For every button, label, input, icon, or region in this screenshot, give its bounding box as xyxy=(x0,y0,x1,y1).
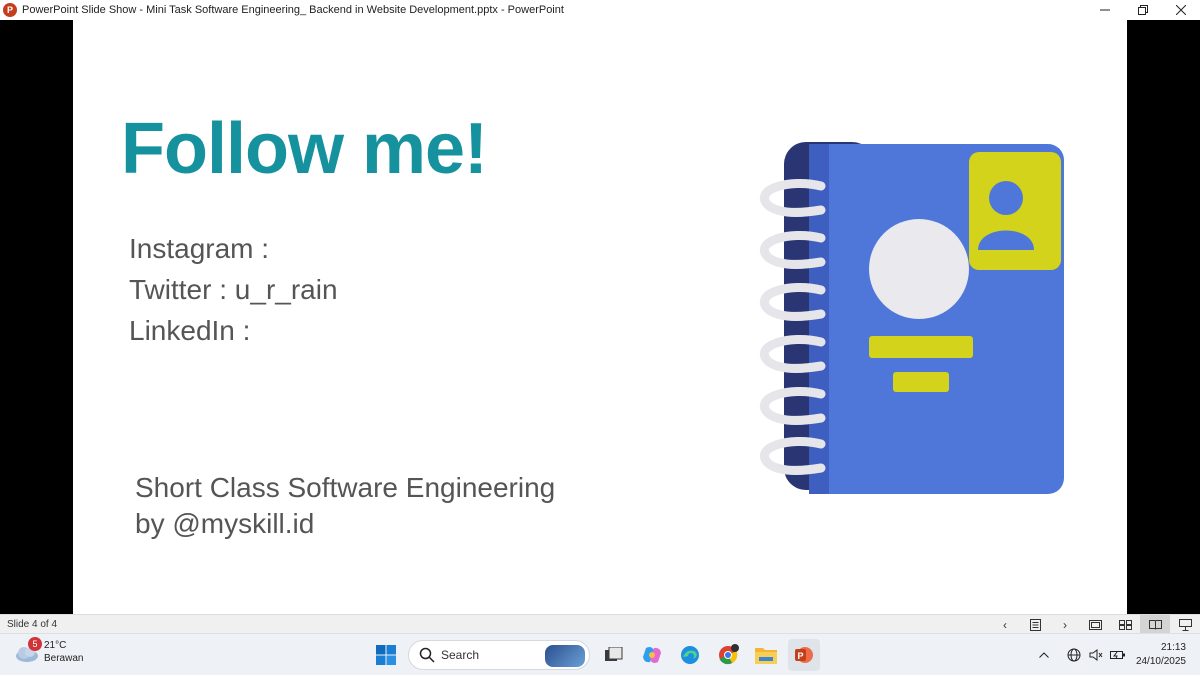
text-bar-1 xyxy=(869,336,973,358)
weather-badge: 5 xyxy=(28,637,42,651)
slide-menu-button[interactable] xyxy=(1020,615,1050,634)
social-links: Instagram : Twitter : u_r_rain LinkedIn … xyxy=(129,228,338,351)
windows-taskbar: 5 21°C Berawan Search P 21:13 24/10/2025 xyxy=(0,633,1200,675)
minimize-icon xyxy=(1100,9,1110,11)
edge-icon[interactable] xyxy=(674,639,706,671)
svg-text:P: P xyxy=(797,651,803,661)
chevron-up-icon[interactable] xyxy=(1034,645,1054,665)
window-titlebar: P PowerPoint Slide Show - Mini Task Soft… xyxy=(0,0,1200,20)
minimize-button[interactable] xyxy=(1086,0,1124,20)
weather-widget[interactable]: 5 21°C Berawan xyxy=(14,637,83,665)
normal-view-icon xyxy=(1088,619,1102,630)
windows-start-icon[interactable] xyxy=(370,639,402,671)
weather-condition: Berawan xyxy=(44,653,84,664)
system-tray: 21:13 24/10/2025 xyxy=(1032,634,1200,676)
slide-sorter-icon xyxy=(1118,619,1132,630)
slideshow-button[interactable] xyxy=(1170,615,1200,634)
contact-book-icon xyxy=(759,142,1064,494)
system-clock[interactable]: 21:13 24/10/2025 xyxy=(1136,641,1186,669)
slide-title: Follow me! xyxy=(121,109,488,189)
file-explorer-icon[interactable] xyxy=(750,639,782,671)
taskbar-search[interactable]: Search xyxy=(408,640,590,670)
slide-counter: Slide 4 of 4 xyxy=(7,618,58,630)
next-slide-button[interactable]: › xyxy=(1050,615,1080,634)
clock-date: 24/10/2025 xyxy=(1135,656,1186,667)
previous-slide-button[interactable]: ‹ xyxy=(990,615,1020,634)
text-bar-2 xyxy=(893,372,949,392)
chevron-right-icon: › xyxy=(1063,617,1067,632)
contact-head xyxy=(989,181,1023,215)
clock-time: 21:13 xyxy=(1160,642,1186,653)
powerpoint-icon[interactable]: P xyxy=(788,639,820,671)
cloud-icon: 5 xyxy=(14,637,42,665)
search-label: Search xyxy=(441,648,480,662)
window-title: PowerPoint Slide Show - Mini Task Softwa… xyxy=(22,4,564,16)
powerpoint-app-icon: P xyxy=(3,3,17,17)
search-highlight-image xyxy=(545,645,585,667)
twitter-line: Twitter : u_r_rain xyxy=(129,274,338,305)
slide-footer: Short Class Software Engineering by @mys… xyxy=(135,470,555,542)
close-button[interactable] xyxy=(1162,0,1200,20)
task-view-icon[interactable] xyxy=(598,639,630,671)
avatar-placeholder xyxy=(869,219,969,319)
normal-view-button[interactable] xyxy=(1080,615,1110,634)
window-controls xyxy=(1086,0,1200,20)
instagram-line: Instagram : xyxy=(129,233,270,264)
status-bar: Slide 4 of 4 ‹ › xyxy=(0,614,1200,634)
status-bar-controls: ‹ › xyxy=(990,615,1200,634)
close-icon xyxy=(1176,5,1186,15)
reading-view-icon xyxy=(1148,620,1162,630)
slide-sorter-button[interactable] xyxy=(1110,615,1140,634)
restore-button[interactable] xyxy=(1124,0,1162,20)
battery-charging-icon[interactable] xyxy=(1108,645,1128,665)
network-icon[interactable] xyxy=(1064,645,1084,665)
chevron-left-icon: ‹ xyxy=(1003,617,1007,632)
weather-temp: 21°C xyxy=(44,640,67,651)
footer-line-2: by @myskill.id xyxy=(135,508,315,539)
restore-icon xyxy=(1138,5,1148,15)
chrome-icon[interactable] xyxy=(712,639,744,671)
slide[interactable]: Follow me! Instagram : Twitter : u_r_rai… xyxy=(73,20,1127,614)
volume-muted-icon[interactable] xyxy=(1086,645,1106,665)
linkedin-line: LinkedIn : xyxy=(129,315,251,346)
search-icon xyxy=(419,647,435,663)
slideshow-icon xyxy=(1178,618,1192,631)
menu-icon xyxy=(1029,618,1041,631)
copilot-icon[interactable] xyxy=(636,639,668,671)
weather-text: 21°C Berawan xyxy=(44,639,83,665)
reading-view-button[interactable] xyxy=(1140,615,1170,634)
taskbar-apps: Search P xyxy=(370,639,826,671)
footer-line-1: Short Class Software Engineering xyxy=(135,472,556,503)
slideshow-stage[interactable]: Follow me! Instagram : Twitter : u_r_rai… xyxy=(0,20,1200,614)
